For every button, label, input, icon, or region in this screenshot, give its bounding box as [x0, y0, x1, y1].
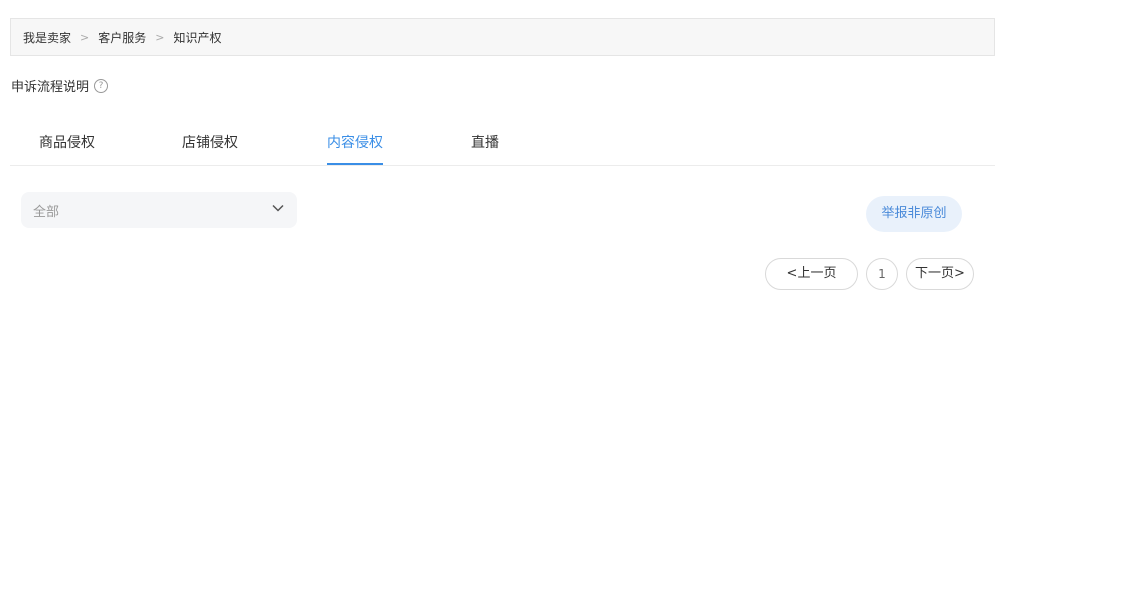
question-circle-icon[interactable]: ?	[94, 78, 109, 93]
tab-store-infringement[interactable]: 店铺侵权	[182, 124, 238, 165]
breadcrumb: 我是卖家 > 客户服务 > 知识产权	[10, 18, 995, 56]
breadcrumb-separator: >	[155, 30, 165, 44]
tab-content-infringement[interactable]: 内容侵权	[327, 124, 383, 165]
appeal-process-label: 申诉流程说明	[11, 80, 90, 95]
page: 我是卖家 > 客户服务 > 知识产权 申诉流程说明 ? 商品侵权 店铺侵权 内容…	[0, 0, 1131, 610]
status-filter-value: 全部	[33, 204, 60, 220]
tab-bar: 商品侵权 店铺侵权 内容侵权 直播	[10, 124, 995, 166]
page-number-button[interactable]: 1	[866, 258, 898, 290]
next-page-button[interactable]: 下一页>	[906, 258, 974, 290]
tab-live[interactable]: 直播	[471, 124, 499, 165]
chevron-down-icon	[272, 204, 284, 212]
tab-product-infringement[interactable]: 商品侵权	[39, 124, 95, 165]
breadcrumb-item-customer-service[interactable]: 客户服务	[98, 29, 146, 46]
status-filter-select[interactable]: 全部	[21, 192, 297, 228]
breadcrumb-item-ip: 知识产权	[173, 30, 222, 45]
appeal-process-link[interactable]: 申诉流程说明 ?	[11, 76, 109, 95]
breadcrumb-separator: >	[80, 30, 90, 44]
breadcrumb-item-seller[interactable]: 我是卖家	[23, 29, 71, 46]
report-non-original-button[interactable]: 举报非原创	[866, 196, 962, 232]
prev-page-button[interactable]: <上一页	[765, 258, 858, 290]
